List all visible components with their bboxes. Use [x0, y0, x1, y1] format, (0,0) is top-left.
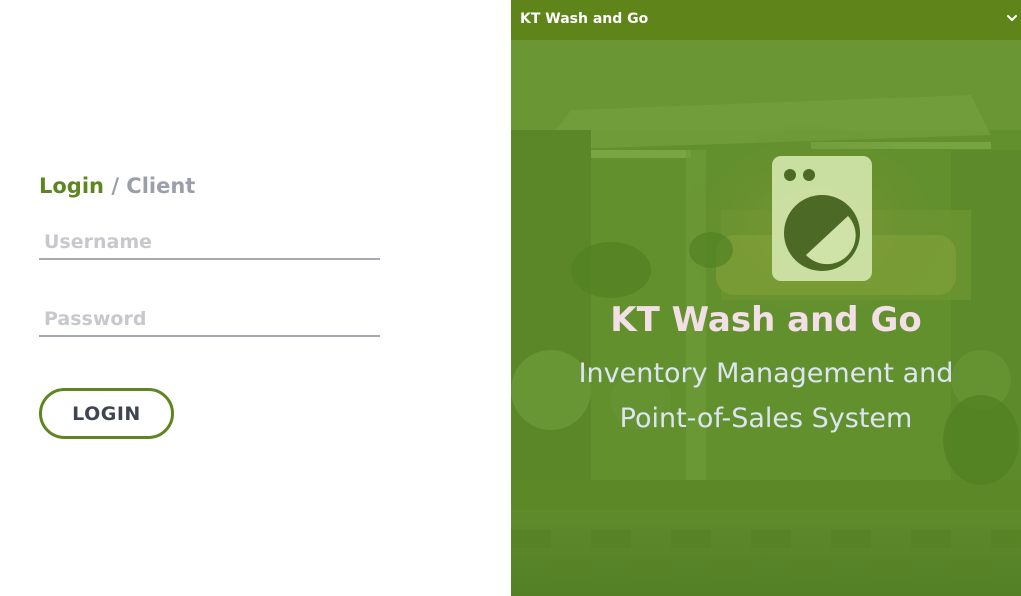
hero-subtitle-line: Inventory Management and: [578, 358, 954, 389]
login-button[interactable]: LOGIN: [39, 388, 174, 439]
login-heading: Login / Client: [39, 174, 195, 198]
washing-machine-icon: [772, 156, 872, 281]
tab-separator: /: [111, 174, 119, 198]
login-panel: Login / Client LOGIN: [0, 0, 511, 596]
hero-title: KT Wash and Go: [610, 300, 922, 340]
top-nav-bar: KT Wash and Go: [511, 0, 1021, 40]
login-tab[interactable]: Login: [39, 174, 104, 198]
login-page: Login / Client LOGIN: [0, 0, 1021, 596]
password-input[interactable]: [39, 303, 380, 337]
chevron-down-icon[interactable]: [1005, 11, 1019, 25]
brand-name[interactable]: KT Wash and Go: [520, 11, 648, 27]
username-input[interactable]: [39, 226, 380, 260]
client-tab[interactable]: Client: [126, 174, 195, 198]
laundromat-background-image: [511, 0, 1021, 596]
hero-subtitle-line: Point-of-Sales System: [619, 403, 913, 434]
hero-subtitle: Inventory Management and Point-of-Sales …: [511, 351, 1021, 441]
hero-panel: KT Wash and Go KT Wash and Go Inventory …: [511, 0, 1021, 596]
